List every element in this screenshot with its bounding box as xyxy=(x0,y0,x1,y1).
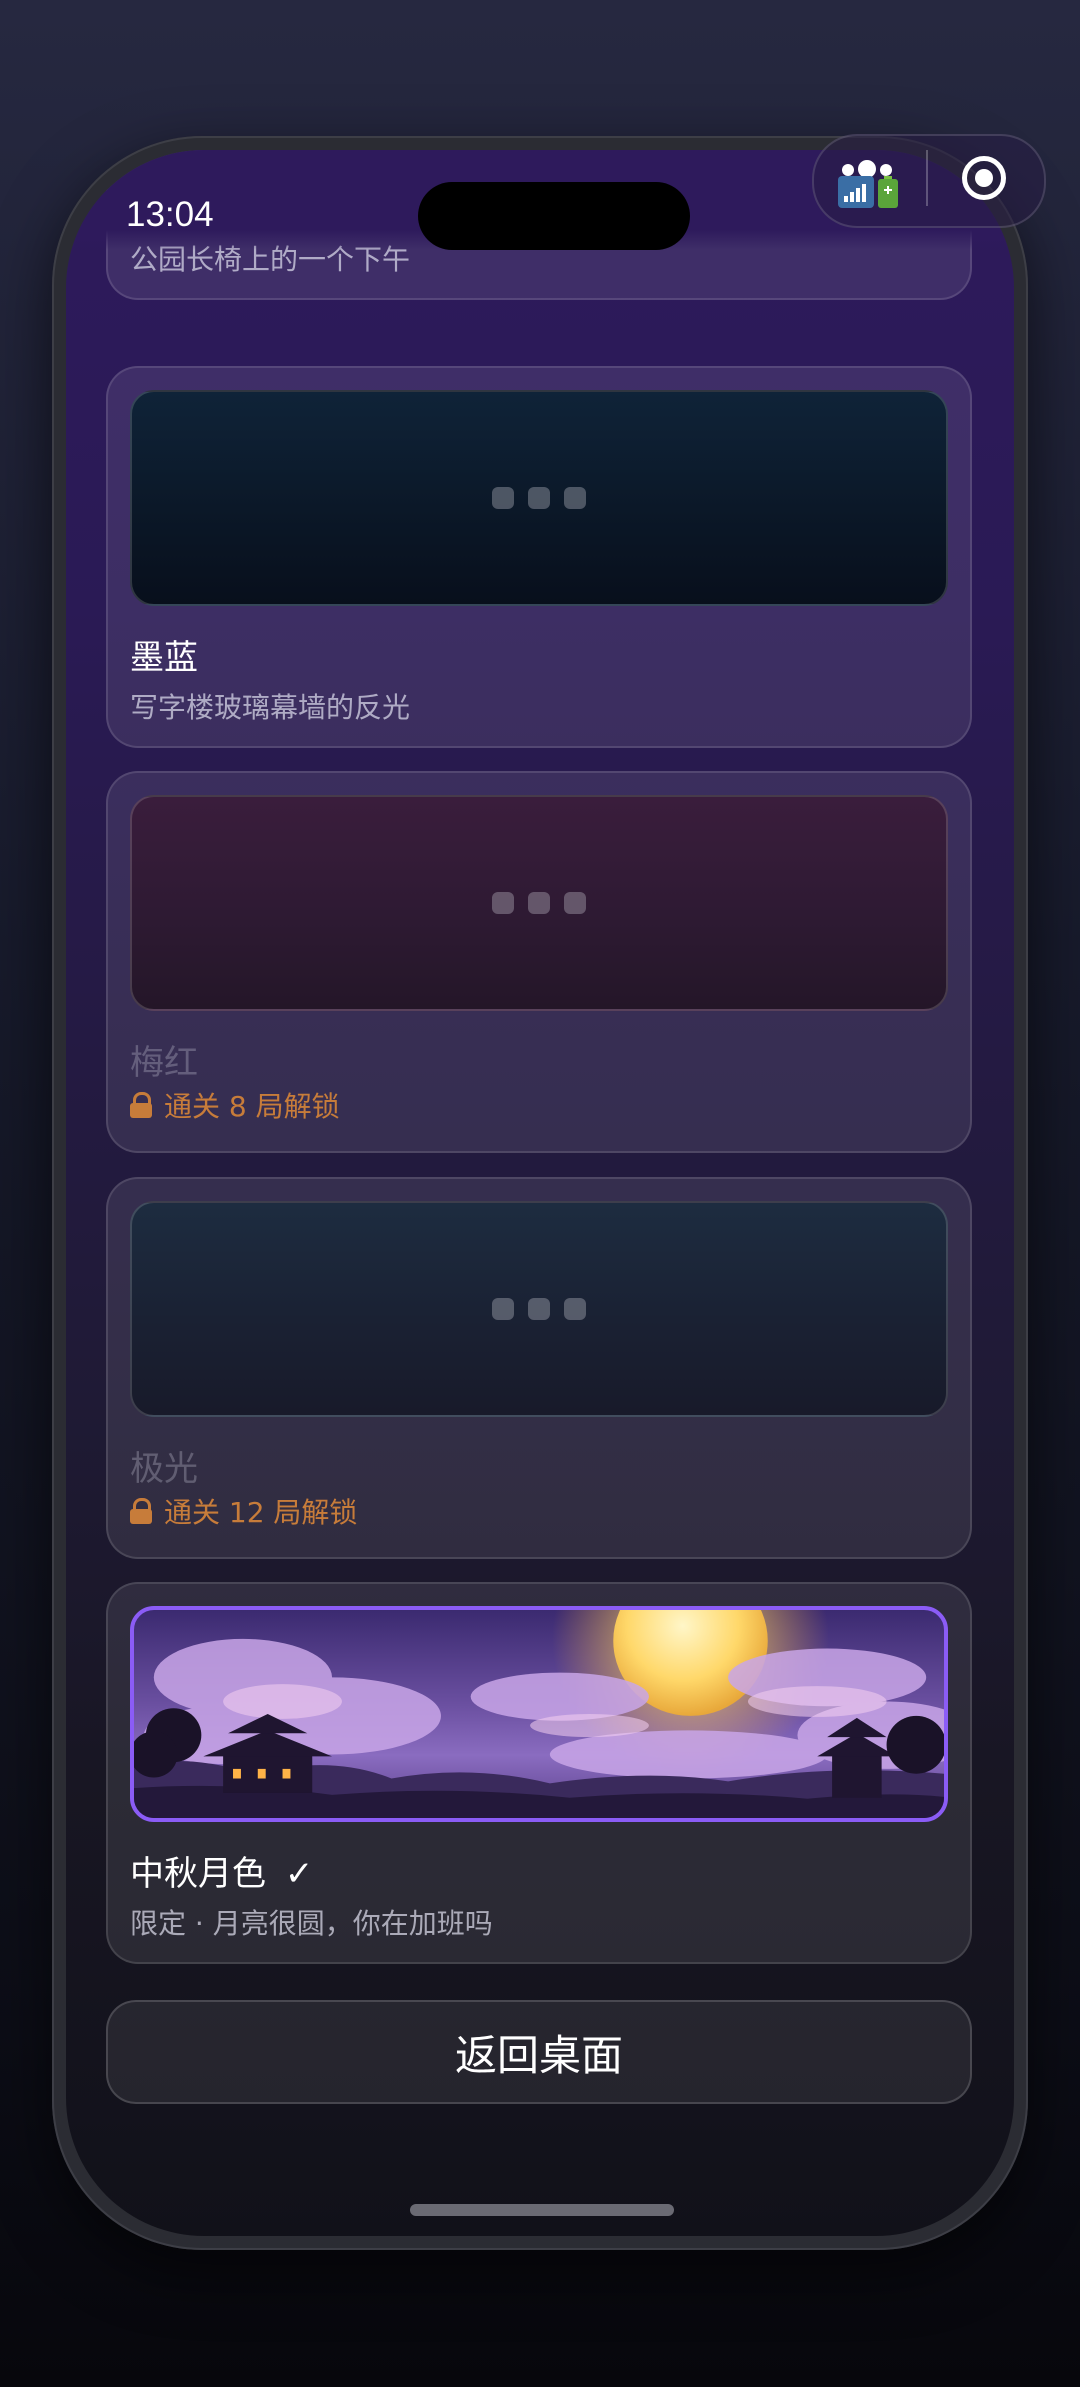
more-dots-icon xyxy=(842,164,854,176)
theme-title: 墨蓝 xyxy=(130,638,198,678)
theme-title: 极光 xyxy=(130,1449,198,1489)
status-time: 13:04 xyxy=(126,195,214,234)
theme-preview xyxy=(130,1201,948,1417)
loading-dots-icon xyxy=(492,487,586,509)
theme-title: 梅红 xyxy=(130,1043,198,1083)
theme-preview xyxy=(130,390,948,606)
lock-icon xyxy=(130,1498,152,1524)
capsule-divider xyxy=(926,150,928,206)
theme-card-aurora[interactable]: 极光 通关 12 局解锁 xyxy=(106,1177,972,1559)
moon-landscape-illustration xyxy=(134,1610,944,1818)
theme-description: 限定 · 月亮很圆，你在加班吗 xyxy=(130,1907,493,1940)
unlock-requirement: 通关 12 局解锁 xyxy=(130,1491,357,1531)
theme-list[interactable]: 公园长椅上的一个下午 墨蓝 写字楼玻璃幕墙的反光 梅红 通关 8 局解锁 极光 … xyxy=(66,150,1014,2236)
loading-dots-icon xyxy=(492,892,586,914)
home-indicator[interactable] xyxy=(410,2204,674,2216)
dynamic-island xyxy=(418,182,690,250)
theme-preview xyxy=(130,795,948,1011)
back-to-desktop-button[interactable]: 返回桌面 xyxy=(106,2000,972,2104)
theme-card-ink-blue[interactable]: 墨蓝 写字楼玻璃幕墙的反光 xyxy=(106,366,972,748)
unlock-requirement: 通关 8 局解锁 xyxy=(130,1085,340,1125)
lock-icon xyxy=(130,1092,152,1118)
screen: 公园长椅上的一个下午 墨蓝 写字楼玻璃幕墙的反光 梅红 通关 8 局解锁 极光 … xyxy=(66,150,1014,2236)
unlock-requirement-text: 通关 12 局解锁 xyxy=(164,1496,358,1529)
theme-card-mid-autumn[interactable]: 中秋月色 ✓ 限定 · 月亮很圆，你在加班吗 xyxy=(106,1582,972,1964)
theme-title-row: 中秋月色 ✓ xyxy=(130,1846,313,1895)
signal-icon xyxy=(838,176,874,208)
theme-description: 写字楼玻璃幕墙的反光 xyxy=(130,691,411,724)
loading-dots-icon xyxy=(492,1298,586,1320)
phone-frame: 公园长椅上的一个下午 墨蓝 写字楼玻璃幕墙的反光 梅红 通关 8 局解锁 极光 … xyxy=(52,136,1028,2250)
close-miniprogram-icon[interactable] xyxy=(962,156,1006,200)
theme-card-plum-red[interactable]: 梅红 通关 8 局解锁 xyxy=(106,771,972,1153)
theme-preview-moon xyxy=(130,1606,948,1822)
battery-icon xyxy=(878,176,898,208)
theme-title: 中秋月色 xyxy=(130,1854,266,1894)
unlock-requirement-text: 通关 8 局解锁 xyxy=(164,1090,340,1123)
more-dots-icon-right xyxy=(880,164,892,176)
miniprogram-capsule[interactable] xyxy=(812,134,1046,228)
selected-check-icon: ✓ xyxy=(284,1854,314,1894)
